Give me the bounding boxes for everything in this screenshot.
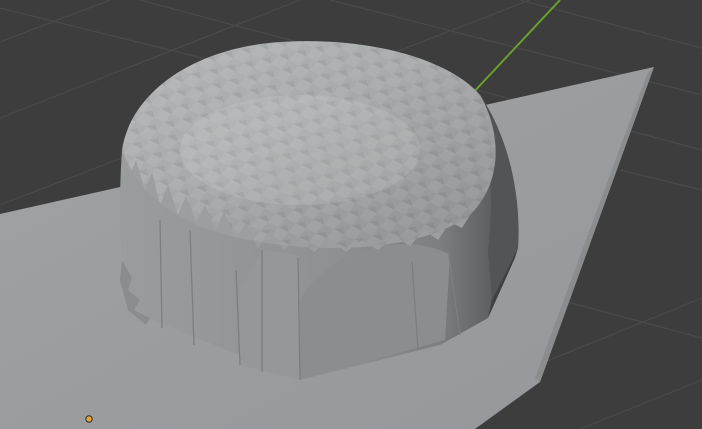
3d-viewport[interactable] — [0, 0, 702, 429]
origin-marker[interactable] — [85, 415, 93, 423]
viewport-scene[interactable] — [0, 0, 702, 429]
y-axis-line — [469, 0, 561, 97]
dome-highlight — [180, 95, 420, 205]
